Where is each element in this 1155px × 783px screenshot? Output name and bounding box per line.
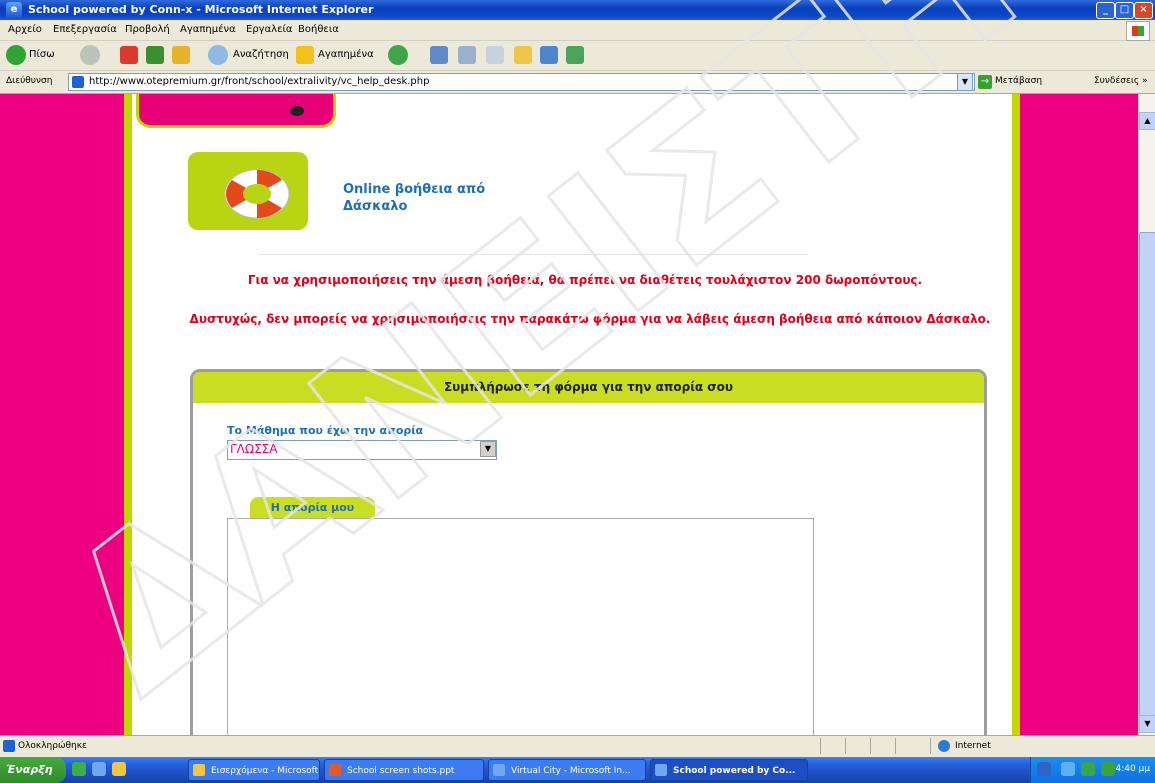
- address-label: Διεύθυνση: [6, 76, 53, 86]
- scroll-up-icon[interactable]: ▲: [1139, 112, 1155, 130]
- menu-bar: Αρχείο Επεξεργασία Προβολή Αγαπημένα Εργ…: [0, 20, 1155, 41]
- address-input[interactable]: http://www.otepremium.gr/front/school/ex…: [68, 73, 975, 91]
- history-icon[interactable]: [388, 45, 408, 65]
- problem-tab[interactable]: Η απορία μου: [250, 497, 375, 519]
- question-form: Συμπλήρωσε τη φόρμα για την απορία σου Τ…: [190, 369, 987, 735]
- page-scrollbar[interactable]: ▲ ▼: [1138, 94, 1155, 735]
- task-label: School screen shots.ppt: [347, 766, 455, 776]
- search-icon[interactable]: [208, 45, 228, 65]
- menu-edit[interactable]: Επεξεργασία: [53, 24, 117, 35]
- quicklaunch-ie-icon[interactable]: [92, 762, 106, 776]
- print-icon[interactable]: [458, 46, 476, 64]
- messenger-icon[interactable]: [540, 46, 558, 64]
- ie-icon: [655, 764, 667, 776]
- menu-view[interactable]: Προβολή: [125, 24, 170, 35]
- help-title-line2: Δάσκαλο: [343, 199, 408, 214]
- status-cell: [895, 738, 896, 754]
- zone-label: Internet: [955, 741, 991, 751]
- task-label: Virtual City - Microsoft In...: [511, 766, 631, 776]
- page-viewport: Online βοήθεια από Δάσκαλο Για να χρησιμ…: [0, 94, 1138, 735]
- go-arrow-icon[interactable]: →: [978, 75, 992, 89]
- top-nav-tab[interactable]: [136, 94, 336, 128]
- refresh-icon[interactable]: [146, 46, 164, 64]
- task-button[interactable]: School screen shots.ppt: [324, 759, 484, 781]
- task-button-active[interactable]: School powered by Co...: [650, 759, 808, 781]
- system-tray: 4:40 μμ: [1030, 757, 1155, 783]
- scrollbar-thumb[interactable]: [1139, 232, 1155, 716]
- menu-file[interactable]: Αρχείο: [8, 24, 42, 35]
- favorites-button-label[interactable]: Αγαπημένα: [318, 49, 374, 60]
- back-arrow-icon[interactable]: [6, 45, 26, 65]
- address-dropdown-icon[interactable]: ▼: [957, 73, 973, 91]
- taskbar: Έναρξη Εισερχόμενα - Microsoft ... Schoo…: [0, 757, 1155, 783]
- points-requirement-message: Για να χρησιμοποιήσεις την άμεση βοήθεια…: [247, 273, 923, 287]
- internet-zone-icon: [938, 740, 950, 752]
- status-cell: [845, 738, 846, 754]
- windows-logo-icon: [1126, 21, 1150, 41]
- menu-favorites[interactable]: Αγαπημένα: [180, 24, 236, 35]
- research-icon[interactable]: [566, 46, 584, 64]
- start-button[interactable]: Έναρξη: [0, 757, 66, 783]
- task-button[interactable]: Εισερχόμενα - Microsoft ...: [188, 759, 320, 781]
- quicklaunch-messenger-icon[interactable]: [72, 762, 86, 776]
- go-button[interactable]: Μετάβαση: [995, 76, 1042, 86]
- tray-language-icon[interactable]: [1037, 762, 1051, 776]
- stop-icon[interactable]: [120, 46, 138, 64]
- menu-tools[interactable]: Εργαλεία: [246, 24, 292, 35]
- chevron-down-icon[interactable]: ▼: [480, 441, 496, 457]
- menu-help[interactable]: Βοήθεια: [298, 24, 339, 35]
- subject-select[interactable]: ΓΛΩΣΣΑ ▼: [227, 440, 497, 460]
- home-icon[interactable]: [172, 46, 190, 64]
- tab-button-icon[interactable]: [290, 106, 304, 116]
- clock: 4:40 μμ: [1115, 764, 1150, 774]
- window-title: School powered by Conn-x - Microsoft Int…: [28, 3, 374, 16]
- tray-app-icon[interactable]: [1101, 762, 1115, 776]
- status-text: Ολοκληρώθηκε: [18, 741, 87, 751]
- forward-arrow-icon[interactable]: [80, 45, 100, 65]
- title-bar: e School powered by Conn-x - Microsoft I…: [0, 0, 1155, 20]
- task-label: Εισερχόμενα - Microsoft ...: [211, 766, 320, 776]
- scroll-down-icon[interactable]: ▼: [1139, 715, 1155, 733]
- address-bar: Διεύθυνση http://www.otepremium.gr/front…: [0, 71, 1155, 94]
- minimize-button[interactable]: _: [1096, 2, 1115, 19]
- help-title-line1: Online βοήθεια από: [343, 182, 486, 197]
- tray-network-icon[interactable]: [1061, 762, 1075, 776]
- maximize-button[interactable]: □: [1115, 2, 1134, 19]
- page-icon: [72, 76, 84, 88]
- address-url[interactable]: http://www.otepremium.gr/front/school/ex…: [89, 76, 429, 87]
- status-cell: [870, 738, 871, 754]
- links-button[interactable]: Συνδέσεις »: [1094, 76, 1148, 86]
- outlook-icon: [193, 764, 205, 776]
- form-header: Συμπλήρωσε τη φόρμα για την απορία σου: [193, 372, 984, 403]
- favorites-star-icon[interactable]: [296, 46, 314, 64]
- status-cell: [930, 738, 931, 754]
- close-button[interactable]: ×: [1134, 2, 1153, 19]
- search-button-label[interactable]: Αναζήτηση: [233, 49, 289, 60]
- subject-label: Το Μάθημα που έχω την απορία: [227, 424, 424, 437]
- task-label: School powered by Co...: [673, 766, 796, 776]
- task-button[interactable]: Virtual City - Microsoft In...: [488, 759, 646, 781]
- ie-icon: [493, 764, 505, 776]
- toolbar: Πίσω Αναζήτηση Αγαπημένα: [0, 41, 1155, 71]
- back-button-label[interactable]: Πίσω: [29, 49, 55, 60]
- divider: [258, 254, 808, 255]
- problem-textarea[interactable]: [227, 518, 814, 735]
- page-done-icon: [3, 740, 15, 752]
- quicklaunch-desktop-icon[interactable]: [112, 762, 126, 776]
- powerpoint-icon: [329, 764, 341, 776]
- help-title: Online βοήθεια από Δάσκαλο: [343, 181, 543, 215]
- form-unavailable-message: Δυστυχώς, δεν μπορείς να χρησιμοποιήσεις…: [189, 312, 991, 326]
- status-bar: Ολοκληρώθηκε Internet: [0, 735, 1155, 758]
- folder-icon[interactable]: [514, 46, 532, 64]
- status-cell: [820, 738, 821, 754]
- lifebuoy-icon: [224, 169, 290, 219]
- edit-icon[interactable]: [486, 46, 504, 64]
- ie-icon: e: [6, 2, 22, 18]
- mail-icon[interactable]: [430, 46, 448, 64]
- subject-selected-value[interactable]: ΓΛΩΣΣΑ: [230, 442, 277, 456]
- tray-volume-icon[interactable]: [1081, 762, 1095, 776]
